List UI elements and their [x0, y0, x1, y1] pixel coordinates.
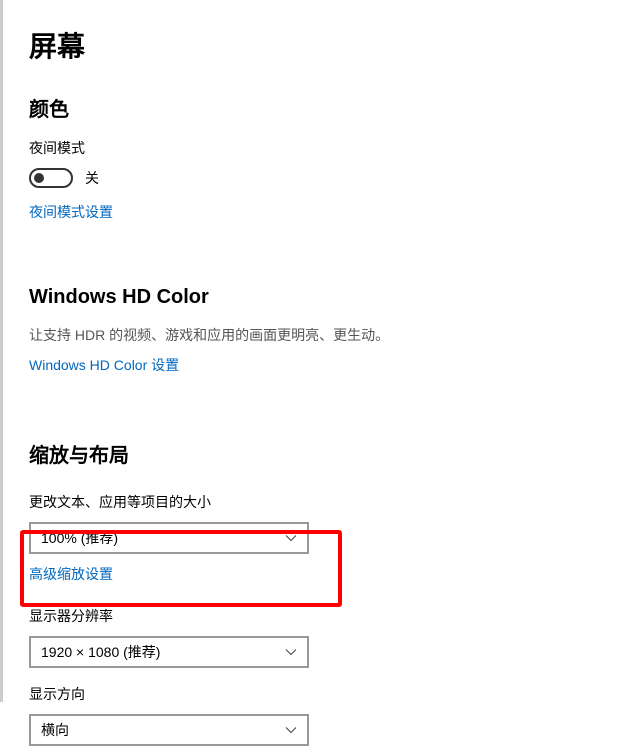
chevron-down-icon	[285, 532, 297, 544]
hdcolor-description: 让支持 HDR 的视频、游戏和应用的画面更明亮、更生动。	[29, 325, 623, 345]
resolution-select[interactable]: 1920 × 1080 (推荐)	[29, 636, 309, 668]
page-title: 屏幕	[29, 25, 623, 65]
night-light-toggle[interactable]	[29, 168, 73, 188]
section-hdcolor-heading: Windows HD Color	[29, 286, 623, 309]
orientation-select[interactable]: 横向	[29, 714, 309, 746]
night-light-state: 关	[85, 168, 99, 188]
night-light-label: 夜间模式	[29, 138, 623, 158]
section-scale-heading: 缩放与布局	[29, 439, 623, 468]
night-light-settings-link[interactable]: 夜间模式设置	[29, 202, 113, 222]
section-color-heading: 颜色	[29, 93, 623, 122]
orientation-label: 显示方向	[29, 684, 623, 704]
hdcolor-settings-link[interactable]: Windows HD Color 设置	[29, 355, 179, 375]
orientation-select-value: 横向	[41, 720, 69, 740]
scale-select[interactable]: 100% (推荐)	[29, 522, 309, 554]
scale-select-value: 100% (推荐)	[41, 528, 118, 548]
chevron-down-icon	[285, 724, 297, 736]
resolution-select-value: 1920 × 1080 (推荐)	[41, 642, 160, 662]
scale-label: 更改文本、应用等项目的大小	[29, 492, 623, 512]
resolution-label: 显示器分辨率	[29, 606, 623, 626]
toggle-knob	[34, 173, 44, 183]
advanced-scale-link[interactable]: 高级缩放设置	[29, 564, 113, 584]
chevron-down-icon	[285, 646, 297, 658]
